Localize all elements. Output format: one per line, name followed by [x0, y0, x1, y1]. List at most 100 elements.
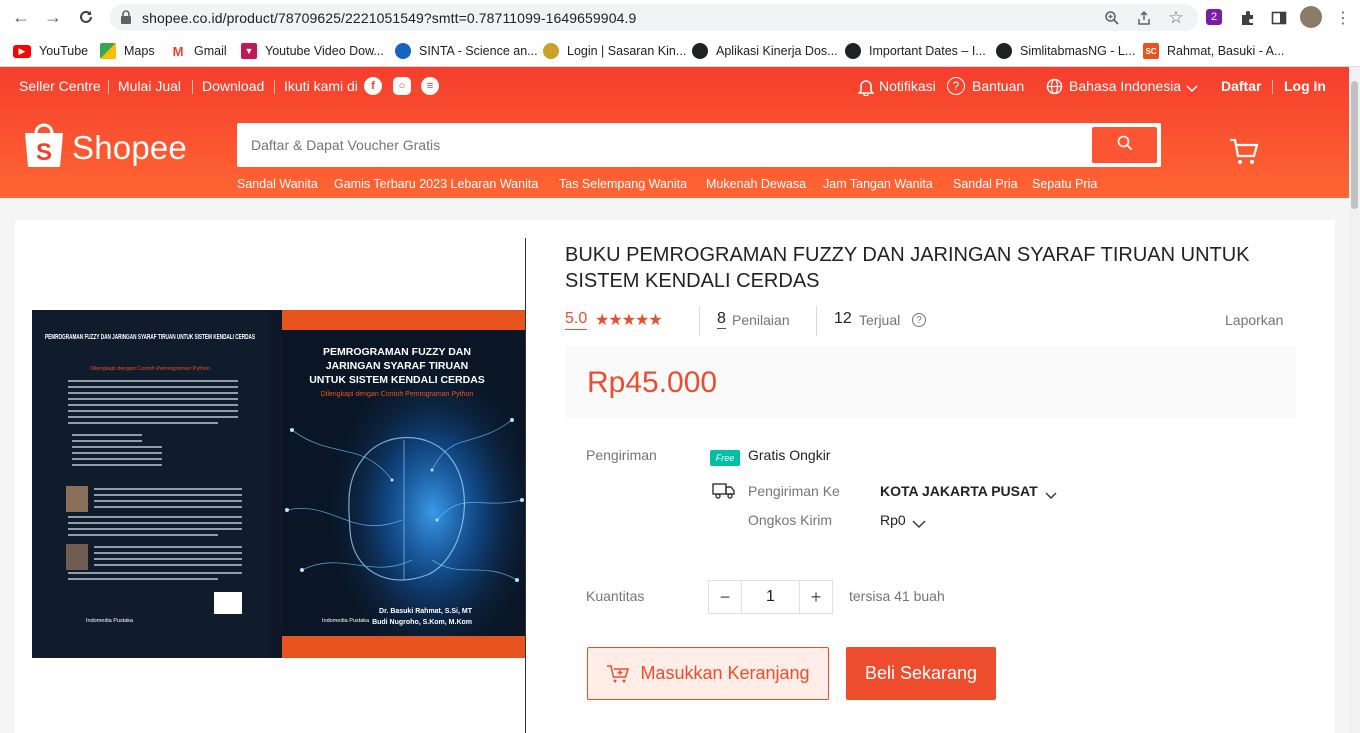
quantity-stepper: − 1 +: [708, 580, 833, 614]
bookmark-aplikasi-kinerja[interactable]: Aplikasi Kinerja Dos...: [692, 41, 838, 61]
bookmark-label: Aplikasi Kinerja Dos...: [716, 44, 838, 58]
price-box: Rp45.000: [565, 346, 1296, 418]
category-link[interactable]: Sandal Wanita: [237, 177, 318, 191]
cover-back-subtitle: Dilengkapi dengan Contoh Pemrograman Pyt…: [90, 366, 210, 372]
bookmark-sasaran[interactable]: Login | Sasaran Kin...: [543, 41, 686, 61]
divider: [699, 306, 700, 336]
divider: [1272, 80, 1273, 94]
cover-publisher-front: Indomedia Pustaka: [322, 618, 370, 624]
search-icon: [1117, 135, 1133, 156]
line-icon[interactable]: ≡: [421, 77, 439, 95]
instagram-icon[interactable]: ○: [393, 77, 411, 95]
search-button[interactable]: [1092, 127, 1157, 163]
category-link[interactable]: Gamis Terbaru 2023 Lebaran Wanita: [334, 177, 538, 191]
rating-row: 5.0 ★★★★★ 8 Penilaian 12 Terjual ? Lapor…: [565, 306, 1295, 336]
facebook-icon[interactable]: f: [364, 77, 382, 95]
globe-icon[interactable]: [1046, 78, 1063, 100]
category-link[interactable]: Jam Tangan Wanita: [823, 177, 933, 191]
download-link[interactable]: Download: [202, 78, 264, 94]
category-link[interactable]: Sepatu Pria: [1032, 177, 1097, 191]
back-icon[interactable]: ←: [9, 5, 33, 29]
category-link[interactable]: Sandal Pria: [953, 177, 1018, 191]
bookmark-rahmat-basuki[interactable]: SC Rahmat, Basuki - A...: [1143, 41, 1284, 61]
svg-text:S: S: [36, 139, 52, 166]
search-input[interactable]: [251, 123, 1081, 167]
youtube-icon: ▶: [13, 44, 31, 58]
share-icon[interactable]: [1134, 8, 1154, 28]
bookmark-simlitabmas[interactable]: SimlitabmasNG - L...: [996, 41, 1135, 61]
ship-cost-value[interactable]: Rp0: [880, 512, 906, 528]
product-image[interactable]: PEMROGRAMAN FUZZY DAN JARINGAN SYARAF TI…: [32, 310, 525, 658]
cover-front-title-1: PEMROGRAMAN FUZZY DAN: [323, 346, 471, 358]
chevron-down-icon: [1186, 80, 1198, 98]
forward-icon[interactable]: →: [41, 5, 65, 29]
scrollbar[interactable]: [1349, 67, 1360, 733]
globe-icon: [692, 43, 708, 59]
cover-front-subtitle: Dilengkapi dengan Contoh Pemrograman Pyt…: [321, 391, 474, 398]
scrollbar-thumb[interactable]: [1351, 81, 1358, 209]
help-link[interactable]: Bantuan: [972, 78, 1024, 94]
profile-avatar[interactable]: [1300, 6, 1322, 28]
seller-centre-link[interactable]: Seller Centre: [19, 78, 101, 94]
book-cover-art: PEMROGRAMAN FUZZY DAN JARINGAN SYARAF TI…: [32, 310, 525, 658]
buy-now-label: Beli Sekarang: [864, 663, 978, 683]
bookmark-sinta[interactable]: SINTA - Science an...: [395, 41, 538, 61]
ship-to-label: Pengiriman Ke: [748, 483, 840, 499]
review-count[interactable]: 8: [717, 310, 726, 329]
shipping-label: Pengiriman: [586, 447, 657, 463]
quantity-input[interactable]: 1: [741, 581, 800, 613]
divider: [108, 80, 109, 94]
gmail-icon: M: [170, 43, 186, 59]
address-bar[interactable]: shopee.co.id/product/78709625/2221051549…: [110, 4, 1198, 31]
shopee-logo[interactable]: S Shopee: [22, 121, 187, 174]
mulai-jual-link[interactable]: Mulai Jual: [118, 78, 181, 94]
free-shipping-icon: Free: [710, 450, 740, 466]
puzzle-icon[interactable]: [1237, 7, 1259, 29]
bell-icon[interactable]: [857, 78, 875, 101]
sold-label: Terjual: [859, 312, 901, 328]
cover-back-title: PEMROGRAMAN FUZZY DAN JARINGAN SYARAF TI…: [45, 332, 255, 341]
zoom-icon[interactable]: [1102, 8, 1122, 28]
login-link[interactable]: Log In: [1284, 78, 1326, 94]
lock-icon[interactable]: [120, 10, 132, 29]
maps-icon: [100, 43, 116, 59]
bookmark-label: Login | Sasaran Kin...: [567, 44, 687, 58]
help-icon[interactable]: ?: [947, 77, 965, 95]
bookmark-label: Rahmat, Basuki - A...: [1167, 44, 1285, 58]
register-link[interactable]: Daftar: [1221, 78, 1261, 94]
bookmark-gmail[interactable]: M Gmail: [170, 41, 227, 61]
report-link[interactable]: Laporkan: [1225, 312, 1283, 328]
side-panel-icon[interactable]: [1268, 7, 1290, 29]
bookmark-youtube[interactable]: ▶ YouTube: [13, 41, 88, 61]
menu-dots-icon[interactable]: ⋮: [1332, 7, 1354, 29]
category-link[interactable]: Mukenah Dewasa: [706, 177, 806, 191]
buy-now-button[interactable]: Beli Sekarang: [846, 647, 996, 700]
category-link[interactable]: Tas Selempang Wanita: [559, 177, 687, 191]
language-selector[interactable]: Bahasa Indonesia: [1069, 78, 1181, 94]
notifications-link[interactable]: Notifikasi: [879, 78, 936, 94]
quantity-label: Kuantitas: [586, 588, 645, 604]
bookmark-label: SimlitabmasNG - L...: [1020, 44, 1136, 58]
chevron-down-icon[interactable]: [1045, 487, 1057, 505]
truck-icon: [712, 482, 736, 505]
increment-button[interactable]: +: [800, 581, 832, 613]
bookmark-label: Gmail: [194, 44, 227, 58]
chevron-down-icon[interactable]: [912, 516, 926, 534]
decrement-button[interactable]: −: [709, 581, 741, 613]
bookmark-important-dates[interactable]: Important Dates – I...: [845, 41, 986, 61]
rating-score[interactable]: 5.0: [565, 310, 588, 330]
extension-icon[interactable]: 2: [1206, 9, 1222, 25]
help-icon[interactable]: ?: [912, 313, 926, 327]
search-bar: [237, 123, 1161, 167]
reload-icon[interactable]: [74, 5, 98, 29]
sold-count: 12: [834, 310, 852, 327]
bookmark-star-icon[interactable]: ☆: [1166, 8, 1186, 28]
ship-to-selector[interactable]: KOTA JAKARTA PUSAT: [880, 483, 1038, 499]
add-to-cart-button[interactable]: Masukkan Keranjang: [587, 647, 829, 700]
bookmark-youtube-downloader[interactable]: ▼ Youtube Video Dow...: [241, 41, 384, 61]
bookmark-maps[interactable]: Maps: [100, 41, 155, 61]
video-download-icon: ▼: [241, 43, 257, 59]
sinta-icon: [395, 43, 411, 59]
stock-text: tersisa 41 buah: [849, 588, 945, 604]
cart-icon[interactable]: [1228, 137, 1260, 172]
